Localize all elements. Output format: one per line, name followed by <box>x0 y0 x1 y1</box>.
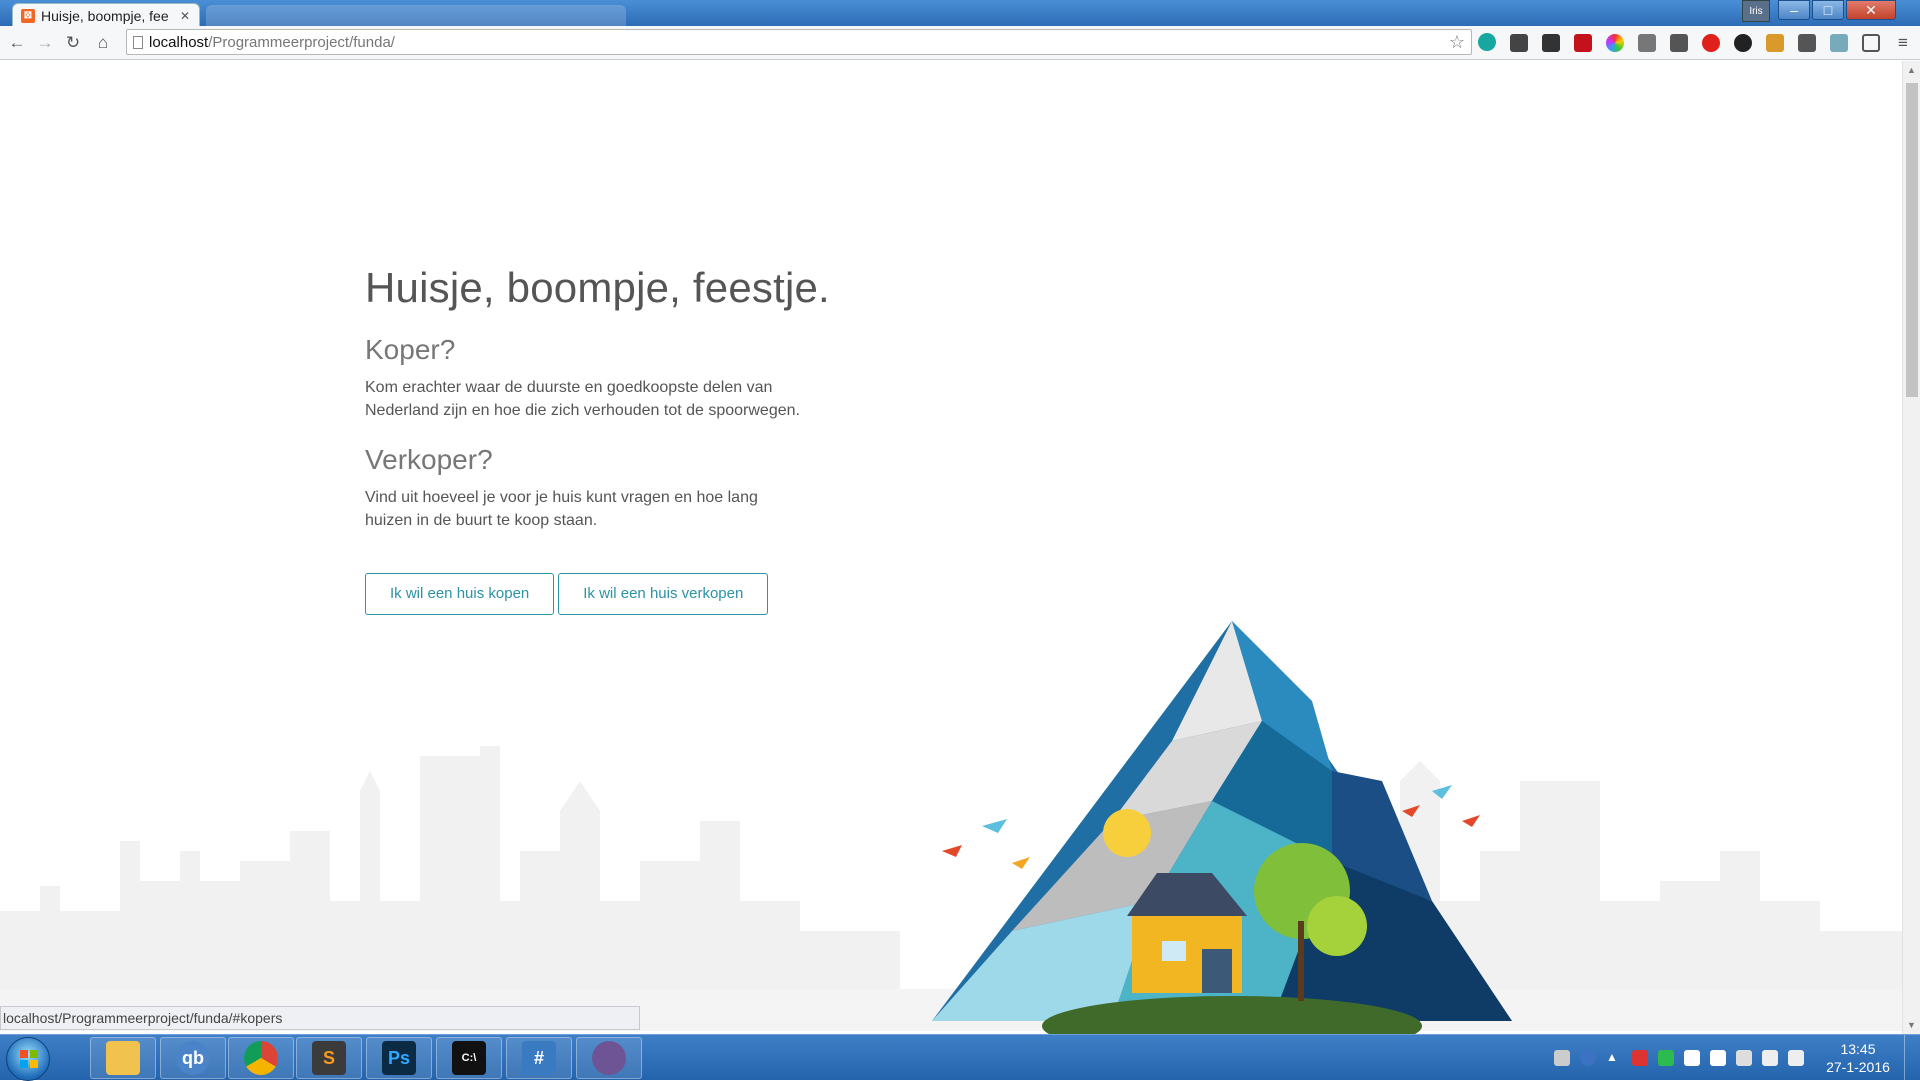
opera-icon[interactable] <box>1702 34 1720 52</box>
extension-wifi-icon[interactable] <box>1830 34 1848 52</box>
tab-active[interactable]: ⊠ Huisje, boompje, fee ✕ <box>12 3 200 27</box>
keyboard-icon[interactable] <box>1554 1050 1570 1066</box>
url-host: localhost <box>149 33 209 51</box>
tray-app-icon[interactable] <box>1632 1050 1648 1066</box>
user-profile-badge[interactable]: Iris <box>1742 0 1770 22</box>
help-icon[interactable] <box>1580 1050 1596 1066</box>
windows-logo-icon <box>20 1050 38 1068</box>
show-desktop-button[interactable] <box>1904 1035 1920 1081</box>
window-controls: – □ ✕ <box>1776 0 1896 22</box>
scroll-down-arrow-icon[interactable]: ▼ <box>1907 1020 1916 1030</box>
page-viewport: Huisje, boompje, feestje. Koper? Kom era… <box>0 61 1902 1034</box>
vertical-scrollbar[interactable]: ▲ ▼ <box>1902 61 1920 1034</box>
minimize-button[interactable]: – <box>1778 0 1810 20</box>
volume-icon[interactable] <box>1788 1050 1804 1066</box>
github-icon <box>592 1041 626 1075</box>
extension-hand-icon[interactable] <box>1510 34 1528 52</box>
dropbox-icon[interactable] <box>1684 1050 1700 1066</box>
taskbar-photoshop[interactable]: Ps <box>366 1037 432 1079</box>
title-bar: ⊠ Huisje, boompje, fee ✕ Iris – □ ✕ <box>0 0 1920 27</box>
extension-badge-icon[interactable] <box>1766 34 1784 52</box>
windows-taskbar: qb S Ps C:\ # ▲ 13:45 27-1-2016 <box>0 1034 1920 1081</box>
network-icon[interactable] <box>1762 1050 1778 1066</box>
clock-time: 13:45 <box>1840 1041 1876 1057</box>
extension-red-icon[interactable] <box>1574 34 1592 52</box>
tab-title: Huisje, boompje, fee <box>41 7 169 24</box>
maximize-button[interactable]: □ <box>1812 0 1844 20</box>
tray-expand-icon[interactable]: ▲ <box>1606 1050 1622 1066</box>
windows-tray-icon[interactable] <box>1710 1050 1726 1066</box>
terminal-icon: C:\ <box>452 1041 486 1075</box>
monodevelop-icon: # <box>522 1041 556 1075</box>
url-path: /Programmeerproject/funda/ <box>208 33 395 51</box>
mountain-house-illustration <box>932 621 1512 1034</box>
bookmark-star-icon[interactable]: ☆ <box>1449 32 1465 53</box>
browser-toolbar: ← → ↻ ⌂ localhost/Programmeerproject/fun… <box>0 26 1920 60</box>
page-title: Huisje, boompje, feestje. <box>365 264 830 311</box>
menu-icon[interactable]: ≡ <box>1892 32 1914 54</box>
photoshop-icon: Ps <box>382 1041 416 1075</box>
tab-close-icon[interactable]: ✕ <box>177 9 193 23</box>
page-icon <box>133 35 143 49</box>
scroll-up-arrow-icon[interactable]: ▲ <box>1907 65 1916 75</box>
extension-h-icon[interactable] <box>1478 33 1496 51</box>
reload-icon[interactable]: ↻ <box>62 32 84 54</box>
taskbar-chrome[interactable] <box>228 1037 294 1079</box>
cast-icon[interactable] <box>1798 34 1816 52</box>
evernote-icon[interactable] <box>1658 1050 1674 1066</box>
buyer-heading: Koper? <box>365 334 456 365</box>
scrollbar-thumb[interactable] <box>1906 83 1918 397</box>
extension-tool-icon[interactable] <box>1542 34 1560 52</box>
folder-icon <box>106 1041 140 1075</box>
taskbar-terminal[interactable]: C:\ <box>436 1037 502 1079</box>
hero-section: Huisje, boompje, feestje. Koper? Kom era… <box>365 264 835 532</box>
eyedropper-icon[interactable] <box>1638 34 1656 52</box>
screen-icon[interactable] <box>1862 34 1880 52</box>
extension-tools-icon[interactable] <box>1670 34 1688 52</box>
taskbar-sublime[interactable]: S <box>296 1037 362 1079</box>
system-tray: ▲ 13:45 27-1-2016 <box>1544 1035 1920 1081</box>
sublime-text-icon: S <box>312 1041 346 1075</box>
battery-icon[interactable] <box>1736 1050 1752 1066</box>
taskbar-qbittorrent[interactable]: qb <box>160 1037 226 1079</box>
color-picker-icon[interactable] <box>1606 34 1624 52</box>
sell-house-button[interactable]: Ik wil een huis verkopen <box>558 573 769 615</box>
buyer-text: Kom erachter waar de duurste en goedkoop… <box>365 379 800 419</box>
buy-house-button[interactable]: Ik wil een huis kopen <box>365 573 555 615</box>
address-bar[interactable]: localhost/Programmeerproject/funda/ ☆ <box>126 29 1472 55</box>
start-button[interactable] <box>6 1037 50 1081</box>
system-clock[interactable]: 13:45 27-1-2016 <box>1816 1040 1900 1076</box>
home-icon[interactable]: ⌂ <box>92 32 114 54</box>
back-arrow-icon[interactable]: ← <box>6 32 28 54</box>
chrome-icon <box>244 1041 278 1075</box>
seller-text: Vind uit hoeveel je voor je huis kunt vr… <box>365 489 758 529</box>
xampp-favicon-icon: ⊠ <box>21 8 35 23</box>
clock-date: 27-1-2016 <box>1826 1059 1890 1075</box>
link-status-bar: localhost/Programmeerproject/funda/#kope… <box>0 1006 640 1030</box>
taskbar-explorer[interactable] <box>90 1037 156 1079</box>
taskbar-monodevelop[interactable]: # <box>506 1037 572 1079</box>
forward-arrow-icon[interactable]: → <box>34 32 56 54</box>
seller-heading: Verkoper? <box>365 444 493 475</box>
qbittorrent-icon: qb <box>176 1041 210 1075</box>
taskbar-github[interactable] <box>576 1037 642 1079</box>
tab-inactive[interactable] <box>206 5 626 26</box>
extension-circle-icon[interactable] <box>1734 34 1752 52</box>
action-buttons: Ik wil een huis kopen Ik wil een huis ve… <box>365 573 772 615</box>
close-window-button[interactable]: ✕ <box>1846 0 1896 20</box>
